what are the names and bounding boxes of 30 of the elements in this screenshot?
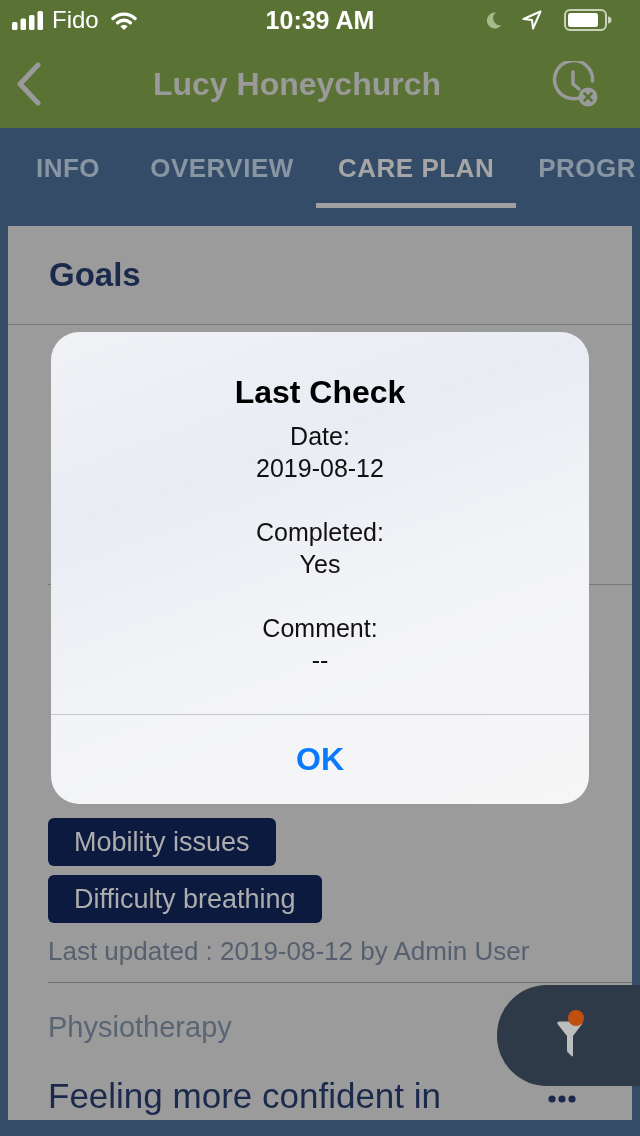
goal-category: Physiotherapy [48, 1010, 232, 1044]
last-updated-text: Last updated : 2019-08-12 by Admin User [48, 936, 530, 966]
field-label: Completed: [256, 517, 384, 548]
dialog-title: Last Check [234, 374, 406, 410]
field-label: Date: [290, 421, 350, 452]
signal-icon [12, 10, 44, 30]
filter-button[interactable] [497, 985, 640, 1086]
section-title: Goals [49, 255, 141, 295]
field-value: 2019-08-12 [256, 453, 384, 484]
ok-button[interactable]: OK [51, 715, 589, 804]
carrier-name: Fido [52, 6, 99, 34]
chevron-left-icon [16, 62, 42, 106]
more-options-icon[interactable] [548, 1095, 576, 1103]
tab[interactable]: CARE PLAN [316, 128, 517, 208]
clock-time: 10:39 AM [265, 6, 375, 34]
goal-title: Feeling more confident in [48, 1076, 441, 1116]
wifi-icon [110, 10, 137, 30]
battery-icon [564, 9, 612, 31]
moon-icon [487, 11, 502, 29]
patient-name-title: Lucy Honeychurch [152, 65, 442, 103]
field-label: Comment: [262, 613, 378, 644]
tab[interactable]: OVERVIEW [128, 128, 316, 208]
condition-tag: Mobility issues [48, 818, 276, 866]
tab[interactable]: PROGR [516, 128, 640, 208]
field-value: Yes [299, 549, 341, 580]
field-value: -- [311, 645, 329, 676]
condition-tag: Difficulty breathing [48, 875, 322, 923]
clock-cancel-icon [552, 61, 598, 107]
tab[interactable]: INFO [8, 128, 128, 208]
location-arrow-icon [522, 10, 542, 30]
